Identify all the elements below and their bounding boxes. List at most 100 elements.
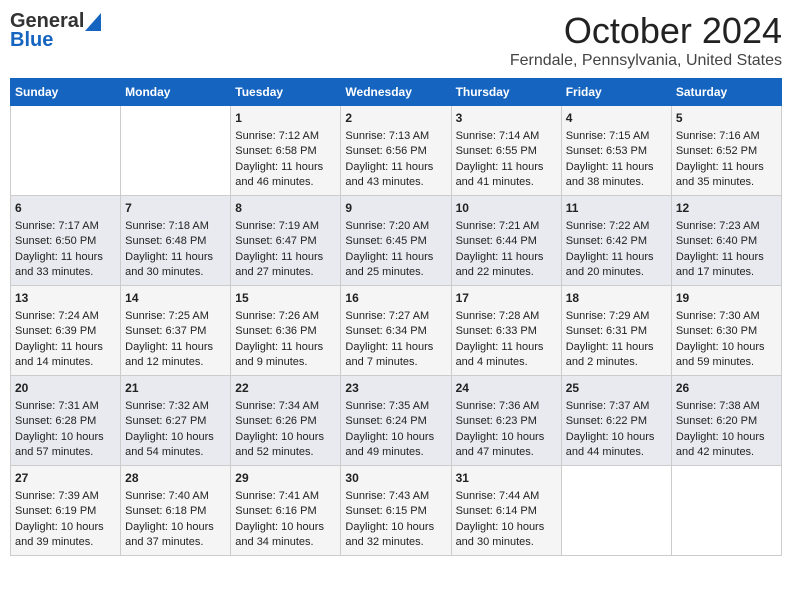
empty-cell [671,466,781,556]
day-cell-23: 23Sunrise: 7:35 AMSunset: 6:24 PMDayligh… [341,376,451,466]
sunset-text: Sunset: 6:24 PM [345,414,446,429]
day-cell-4: 4 Sunrise: 7:15 AMSunset: 6:53 PMDaylight… [561,106,671,196]
day-cell-6: 6Sunrise: 7:17 AMSunset: 6:50 PMDaylight… [11,196,121,286]
sunset-text: Sunset: 6:27 PM [125,414,226,429]
daylight-text: Daylight: 11 hours and 7 minutes. [345,340,446,371]
day-number: 20 [15,380,116,397]
daylight-text: Daylight: 10 hours and 37 minutes. [125,520,226,551]
daylight-text: Daylight: 11 hours and 46 minutes. [235,160,336,191]
week-row-2: 6Sunrise: 7:17 AMSunset: 6:50 PMDaylight… [11,196,782,286]
day-header-wednesday: Wednesday [341,79,451,106]
sunrise-text: Sunrise: 7:29 AM [566,309,667,324]
daylight-text: Daylight: 10 hours and 30 minutes. [456,520,557,551]
daylight-text: Daylight: 10 hours and 49 minutes. [345,430,446,461]
day-cell-30: 30Sunrise: 7:43 AMSunset: 6:15 PMDayligh… [341,466,451,556]
day-cell-10: 10Sunrise: 7:21 AMSunset: 6:44 PMDayligh… [451,196,561,286]
sunset-text: Sunset: 6:22 PM [566,414,667,429]
daylight-text: Daylight: 11 hours and 43 minutes. [345,160,446,191]
sunset-text: Sunset: 6:15 PM [345,504,446,519]
daylight-text: Daylight: 10 hours and 42 minutes. [676,430,777,461]
week-row-1: 1Sunrise: 7:12 AMSunset: 6:58 PMDaylight… [11,106,782,196]
sunset-text: Sunset: 6:31 PM [566,324,667,339]
sunrise-text: Sunrise: 7:20 AM [345,219,446,234]
sunrise-text: Sunrise: 7:18 AM [125,219,226,234]
sunset-text: Sunset: 6:26 PM [235,414,336,429]
day-number: 30 [345,470,446,487]
week-row-4: 20Sunrise: 7:31 AMSunset: 6:28 PMDayligh… [11,376,782,466]
day-cell-26: 26Sunrise: 7:38 AMSunset: 6:20 PMDayligh… [671,376,781,466]
sunrise-text: Sunrise: 7:40 AM [125,489,226,504]
sunrise-text: Sunrise: 7:34 AM [235,399,336,414]
day-header-sunday: Sunday [11,79,121,106]
sunrise-text: Sunrise: 7:15 AM [566,129,667,144]
sunset-text: Sunset: 6:45 PM [345,234,446,249]
sunset-text: Sunset: 6:48 PM [125,234,226,249]
daylight-text: Daylight: 10 hours and 34 minutes. [235,520,336,551]
day-cell-20: 20Sunrise: 7:31 AMSunset: 6:28 PMDayligh… [11,376,121,466]
sunrise-text: Sunrise: 7:17 AM [15,219,116,234]
sunrise-text: Sunrise: 7:41 AM [235,489,336,504]
sunset-text: Sunset: 6:20 PM [676,414,777,429]
sunset-text: Sunset: 6:55 PM [456,144,557,159]
sunrise-text: Sunrise: 7:35 AM [345,399,446,414]
daylight-text: Daylight: 11 hours and 9 minutes. [235,340,336,371]
title-block: October 2024 Ferndale, Pennsylvania, Uni… [510,10,782,70]
calendar-header: SundayMondayTuesdayWednesdayThursdayFrid… [11,79,782,106]
sunset-text: Sunset: 6:37 PM [125,324,226,339]
sunset-text: Sunset: 6:44 PM [456,234,557,249]
sunset-text: Sunset: 6:33 PM [456,324,557,339]
calendar-body: 1Sunrise: 7:12 AMSunset: 6:58 PMDaylight… [11,106,782,556]
day-number: 2 [345,110,446,127]
day-number: 1 [235,110,336,127]
daylight-text: Daylight: 11 hours and 20 minutes. [566,250,667,281]
sunrise-text: Sunrise: 7:12 AM [235,129,336,144]
sunset-text: Sunset: 6:18 PM [125,504,226,519]
day-number: 18 [566,290,667,307]
sunset-text: Sunset: 6:34 PM [345,324,446,339]
day-number: 12 [676,200,777,217]
daylight-text: Daylight: 11 hours and 30 minutes. [125,250,226,281]
day-cell-1: 1Sunrise: 7:12 AMSunset: 6:58 PMDaylight… [231,106,341,196]
day-number: 9 [345,200,446,217]
sunrise-text: Sunrise: 7:37 AM [566,399,667,414]
day-cell-2: 2Sunrise: 7:13 AMSunset: 6:56 PMDaylight… [341,106,451,196]
daylight-text: Daylight: 11 hours and 4 minutes. [456,340,557,371]
daylight-text: Daylight: 11 hours and 27 minutes. [235,250,336,281]
day-cell-14: 14Sunrise: 7:25 AMSunset: 6:37 PMDayligh… [121,286,231,376]
sunset-text: Sunset: 6:53 PM [566,144,667,159]
day-number: 10 [456,200,557,217]
sunset-text: Sunset: 6:14 PM [456,504,557,519]
day-cell-18: 18Sunrise: 7:29 AMSunset: 6:31 PMDayligh… [561,286,671,376]
sunrise-text: Sunrise: 7:16 AM [676,129,777,144]
day-cell-11: 11Sunrise: 7:22 AMSunset: 6:42 PMDayligh… [561,196,671,286]
sunrise-text: Sunrise: 7:39 AM [15,489,116,504]
sunrise-text: Sunrise: 7:28 AM [456,309,557,324]
day-cell-25: 25Sunrise: 7:37 AMSunset: 6:22 PMDayligh… [561,376,671,466]
sunrise-text: Sunrise: 7:25 AM [125,309,226,324]
sunrise-text: Sunrise: 7:22 AM [566,219,667,234]
sunrise-text: Sunrise: 7:13 AM [345,129,446,144]
day-number: 13 [15,290,116,307]
day-cell-13: 13Sunrise: 7:24 AMSunset: 6:39 PMDayligh… [11,286,121,376]
day-number: 19 [676,290,777,307]
day-cell-29: 29Sunrise: 7:41 AMSunset: 6:16 PMDayligh… [231,466,341,556]
sunset-text: Sunset: 6:30 PM [676,324,777,339]
day-number: 17 [456,290,557,307]
sunset-text: Sunset: 6:23 PM [456,414,557,429]
sunrise-text: Sunrise: 7:44 AM [456,489,557,504]
daylight-text: Daylight: 10 hours and 52 minutes. [235,430,336,461]
empty-cell [11,106,121,196]
daylight-text: Daylight: 10 hours and 44 minutes. [566,430,667,461]
daylight-text: Daylight: 10 hours and 32 minutes. [345,520,446,551]
daylight-text: Daylight: 11 hours and 33 minutes. [15,250,116,281]
day-cell-12: 12Sunrise: 7:23 AMSunset: 6:40 PMDayligh… [671,196,781,286]
daylight-text: Daylight: 11 hours and 38 minutes. [566,160,667,191]
day-number: 26 [676,380,777,397]
calendar-table: SundayMondayTuesdayWednesdayThursdayFrid… [10,78,782,556]
daylight-text: Daylight: 11 hours and 14 minutes. [15,340,116,371]
day-number: 4 [566,110,667,127]
day-header-thursday: Thursday [451,79,561,106]
daylight-text: Daylight: 11 hours and 17 minutes. [676,250,777,281]
daylight-text: Daylight: 11 hours and 35 minutes. [676,160,777,191]
header-row: SundayMondayTuesdayWednesdayThursdayFrid… [11,79,782,106]
